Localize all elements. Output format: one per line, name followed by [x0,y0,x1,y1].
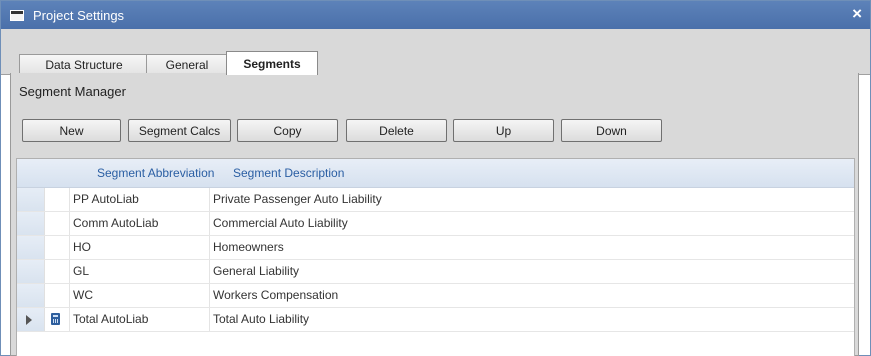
row-icon-cell [44,236,70,259]
tab-data-structure[interactable]: Data Structure [19,54,149,75]
segment-calcs-button[interactable]: Segment Calcs [128,119,231,142]
segments-panel: Segment Manager New Segment Calcs Copy D… [10,73,859,356]
up-button[interactable]: Up [453,119,554,142]
row-selector[interactable] [17,188,45,211]
cell-description[interactable]: Homeowners [209,236,284,259]
table-row-current[interactable]: Total AutoLiab Total Auto Liability [17,308,854,332]
cell-description[interactable]: General Liability [209,260,299,283]
row-selector[interactable] [17,260,45,283]
tab-label: Data Structure [45,58,123,72]
row-selector[interactable] [17,284,45,307]
row-icon-cell [44,188,70,211]
delete-button[interactable]: Delete [346,119,447,142]
table-row[interactable]: Comm AutoLiab Commercial Auto Liability [17,212,854,236]
cell-abbreviation[interactable]: Total AutoLiab [73,308,210,331]
tab-general[interactable]: General [146,54,228,75]
row-selector[interactable] [17,212,45,235]
window-icon [10,9,24,21]
cell-abbreviation[interactable]: WC [73,284,210,307]
cell-description[interactable]: Private Passenger Auto Liability [209,188,382,211]
cell-abbreviation[interactable]: HO [73,236,210,259]
cell-description[interactable]: Commercial Auto Liability [209,212,348,235]
current-row-arrow-icon [26,315,32,325]
column-header-abbreviation[interactable]: Segment Abbreviation [97,159,214,187]
close-icon[interactable]: × [852,4,862,24]
cell-abbreviation[interactable]: Comm AutoLiab [73,212,210,235]
table-row[interactable]: PP AutoLiab Private Passenger Auto Liabi… [17,188,854,212]
down-button[interactable]: Down [561,119,662,142]
new-button[interactable]: New [22,119,121,142]
cell-abbreviation[interactable]: GL [73,260,210,283]
cell-description[interactable]: Total Auto Liability [209,308,309,331]
table-row[interactable]: WC Workers Compensation [17,284,854,308]
row-selector[interactable] [17,308,45,331]
tab-label: Segments [243,56,301,71]
calculator-icon [51,313,60,325]
table-row[interactable]: GL General Liability [17,260,854,284]
table-row[interactable]: HO Homeowners [17,236,854,260]
copy-button[interactable]: Copy [237,119,338,142]
title-bar: Project Settings × [1,1,870,29]
row-selector[interactable] [17,236,45,259]
segment-manager-label: Segment Manager [19,84,126,99]
row-icon-cell [44,308,70,331]
segments-grid: Segment Abbreviation Segment Description… [16,158,855,356]
tab-label: General [165,58,209,72]
row-icon-cell [44,284,70,307]
row-icon-cell [44,212,70,235]
tab-segments[interactable]: Segments [226,51,318,75]
cell-description[interactable]: Workers Compensation [209,284,338,307]
column-header-description[interactable]: Segment Description [233,159,344,187]
tab-strip: Data Structure General Segments [1,29,870,75]
row-icon-cell [44,260,70,283]
cell-abbreviation[interactable]: PP AutoLiab [73,188,210,211]
grid-header: Segment Abbreviation Segment Description [17,159,854,188]
window-title: Project Settings [33,7,125,23]
